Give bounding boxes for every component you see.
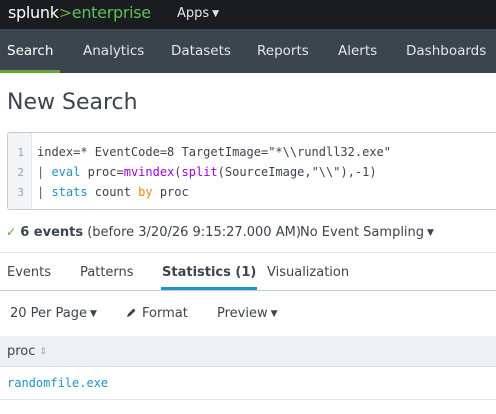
event-sampling-label: No Event Sampling [300, 225, 425, 240]
line-number: 2 [17, 166, 24, 179]
query-text: ( [174, 165, 182, 179]
query-line-3: | stats count by proc [37, 185, 189, 199]
keyword-token: by [138, 185, 153, 199]
per-page-dropdown[interactable]: 20 Per Page ▼ [10, 306, 97, 321]
pipe-token: | [37, 185, 52, 199]
caret-down-icon: ▼ [270, 309, 278, 319]
function-token: split [181, 165, 218, 179]
caret-down-icon: ▼ [90, 309, 97, 319]
apps-menu[interactable]: Apps ▼ [177, 6, 219, 21]
check-icon: ✓ [6, 225, 17, 239]
function-token: mvindex [123, 165, 175, 179]
apps-label: Apps [177, 6, 210, 21]
tab-statistics[interactable]: Statistics (1) [160, 256, 258, 290]
splunk-logo[interactable]: splunk>enterprise [8, 4, 151, 22]
query-text: count [87, 185, 139, 199]
search-query-editor[interactable]: 1 2 3 index=* EventCode=8 TargetImage="*… [7, 132, 496, 210]
line-number: 3 [17, 186, 24, 199]
pencil-icon [126, 307, 137, 322]
query-text: proc [152, 185, 189, 199]
per-page-label: 20 Per Page [10, 306, 87, 321]
nav-datasets[interactable]: Datasets [171, 29, 231, 73]
command-token: stats [51, 185, 88, 199]
tab-patterns[interactable]: Patterns [80, 256, 134, 290]
query-line-1: index=* EventCode=8 TargetImage="*\\rund… [37, 145, 392, 159]
app-nav-bar: Search Analytics Datasets Reports Alerts… [0, 29, 496, 73]
logo-product: enterprise [71, 3, 151, 22]
event-sampling-dropdown[interactable]: No Event Sampling ▼ [300, 225, 434, 240]
column-header-label: proc [7, 344, 36, 359]
page-title: New Search [7, 90, 138, 115]
preview-dropdown[interactable]: Preview ▼ [217, 306, 278, 321]
logo-separator: > [58, 3, 72, 22]
query-text: (SourceImage,"\\"),-1) [217, 165, 377, 179]
sort-icon: ⇕ [39, 347, 47, 357]
format-button[interactable]: Format [126, 306, 188, 321]
format-label: Format [142, 306, 188, 321]
tabs-divider [0, 290, 496, 291]
command-token: eval [51, 165, 81, 179]
caret-down-icon: ▼ [427, 228, 434, 238]
nav-reports[interactable]: Reports [257, 29, 309, 73]
table-cell-proc[interactable]: randomfile.exe [7, 376, 108, 390]
nav-dashboards[interactable]: Dashboards [406, 29, 486, 73]
job-status-row: ✓ 6 events (before 3/20/26 9:15:27.000 A… [6, 225, 496, 245]
nav-search[interactable]: Search [0, 29, 61, 73]
divider [0, 252, 496, 253]
top-bar: splunk>enterprise Apps ▼ [0, 0, 496, 29]
logo-brand: splunk [8, 3, 59, 22]
line-number: 1 [17, 146, 24, 159]
caret-down-icon: ▼ [212, 9, 220, 19]
nav-alerts[interactable]: Alerts [338, 29, 377, 73]
table-row: randomfile.exe [0, 367, 496, 400]
query-line-2: | eval proc=mvindex(split(SourceImage,"\… [37, 165, 377, 179]
pipe-token: | [37, 165, 52, 179]
event-count: 6 events [20, 225, 84, 240]
tab-events[interactable]: Events [7, 256, 51, 290]
time-range-note: (before 3/20/26 9:15:27.000 AM) [87, 225, 301, 240]
line-number-gutter: 1 2 3 [8, 133, 32, 209]
query-text: proc= [80, 165, 124, 179]
results-table-header: proc ⇕ [0, 336, 496, 367]
tab-visualization[interactable]: Visualization [267, 256, 349, 290]
column-header-proc[interactable]: proc ⇕ [7, 344, 47, 359]
nav-analytics[interactable]: Analytics [83, 29, 144, 73]
preview-label: Preview [217, 306, 268, 321]
